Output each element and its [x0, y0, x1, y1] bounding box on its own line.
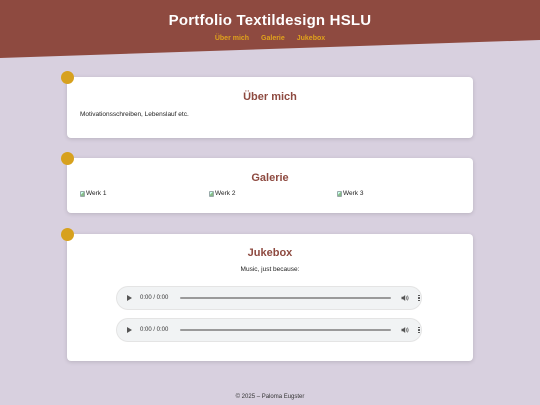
about-heading: Über mich [243, 91, 297, 103]
audio-time: 0:00 / 0:00 [140, 327, 169, 333]
main-nav: Über mich Galerie Jukebox [0, 35, 540, 42]
audio-progress-bar[interactable] [179, 329, 392, 331]
jukebox-lead-text: Music, just because: [240, 266, 300, 273]
site-header: Portfolio Textildesign HSLU Über mich Ga… [0, 0, 540, 58]
section-marker-dot [61, 71, 74, 84]
more-options-icon[interactable] [417, 294, 421, 302]
audio-time: 0:00 / 0:00 [140, 295, 169, 301]
nav-link-about[interactable]: Über mich [215, 35, 249, 42]
audio-player-2[interactable]: 0:00 / 0:00 [117, 319, 421, 341]
nav-link-jukebox[interactable]: Jukebox [297, 35, 325, 42]
broken-image-icon [209, 190, 214, 197]
play-icon[interactable] [127, 327, 132, 333]
jukebox-section: Jukebox Music, just because: 0:00 / 0:00… [61, 228, 473, 361]
volume-icon[interactable] [401, 326, 409, 334]
site-footer: © 2025 – Paloma Eugster [235, 394, 305, 400]
broken-image-icon [337, 190, 342, 197]
section-marker-dot [61, 152, 74, 165]
gallery-heading: Galerie [251, 172, 289, 184]
gallery-image-1[interactable]: Werk 1 [80, 190, 106, 197]
audio-player-1[interactable]: 0:00 / 0:00 [117, 287, 421, 309]
gallery-image-2[interactable]: Werk 2 [209, 190, 235, 197]
broken-image-icon [80, 190, 85, 197]
site-title: Portfolio Textildesign HSLU [168, 12, 372, 29]
gallery-grid: Werk 1 Werk 2 Werk 3 [67, 190, 473, 202]
section-marker-dot [61, 228, 74, 241]
about-text: Motivationsschreiben, Lebenslauf etc. [80, 111, 189, 118]
more-options-icon[interactable] [417, 326, 421, 334]
gallery-image-alt: Werk 1 [86, 190, 107, 197]
nav-link-gallery[interactable]: Galerie [261, 35, 285, 42]
gallery-image-alt: Werk 3 [343, 190, 364, 197]
gallery-image-alt: Werk 2 [215, 190, 236, 197]
gallery-image-3[interactable]: Werk 3 [337, 190, 363, 197]
audio-progress-bar[interactable] [179, 297, 392, 299]
play-icon[interactable] [127, 295, 132, 301]
volume-icon[interactable] [401, 294, 409, 302]
jukebox-heading: Jukebox [247, 247, 293, 259]
about-section: Über mich Motivationsschreiben, Lebensla… [61, 71, 473, 138]
gallery-section: Galerie Werk 1 Werk 2 Werk 3 [61, 152, 473, 213]
